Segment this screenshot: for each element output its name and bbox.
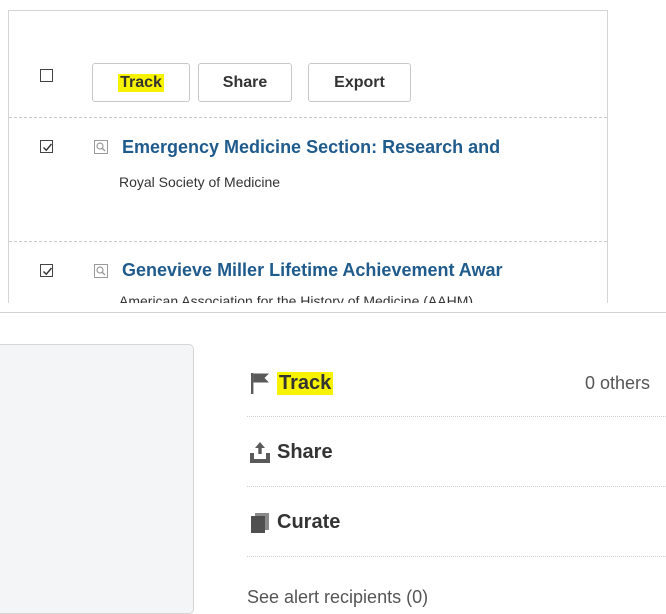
- track-action-label: Track: [277, 371, 334, 395]
- select-all-checkbox[interactable]: [40, 69, 53, 82]
- divider: [247, 556, 666, 557]
- results-panel: Track Share Export Emergency Medicine Se…: [8, 10, 608, 303]
- curate-action[interactable]: Curate: [247, 507, 340, 537]
- share-button-label: Share: [222, 73, 268, 91]
- track-button[interactable]: Track: [92, 63, 190, 102]
- checkmark-icon: [43, 267, 53, 276]
- divider: [9, 117, 607, 118]
- export-button[interactable]: Export: [308, 63, 411, 102]
- divider: [247, 486, 666, 487]
- alert-recipients-link[interactable]: See alert recipients (0): [247, 587, 428, 608]
- result-organization: Royal Society of Medicine: [119, 174, 281, 190]
- curate-icon: [247, 509, 273, 535]
- share-button[interactable]: Share: [198, 63, 292, 102]
- result-organization: American Association for the History of …: [119, 293, 474, 303]
- result-title-link[interactable]: Emergency Medicine Section: Research and: [122, 137, 500, 158]
- track-others-count: 0 others: [585, 373, 651, 393]
- divider: [9, 241, 607, 242]
- preview-icon[interactable]: [94, 140, 108, 154]
- share-action-label: Share: [277, 440, 333, 463]
- divider: [0, 312, 666, 313]
- track-action[interactable]: Track: [247, 368, 334, 398]
- flag-icon: [247, 370, 273, 396]
- result-title-link[interactable]: Genevieve Miller Lifetime Achievement Aw…: [122, 260, 503, 281]
- divider: [247, 416, 666, 417]
- export-button-label: Export: [334, 73, 385, 91]
- sidebar-box: [0, 344, 194, 614]
- result-checkbox[interactable]: [40, 264, 53, 277]
- checkmark-icon: [43, 143, 53, 152]
- result-checkbox[interactable]: [40, 140, 53, 153]
- track-button-label: Track: [118, 73, 164, 92]
- preview-icon[interactable]: [94, 264, 108, 278]
- share-icon: [247, 439, 273, 465]
- share-action[interactable]: Share: [247, 437, 333, 467]
- curate-action-label: Curate: [277, 510, 341, 533]
